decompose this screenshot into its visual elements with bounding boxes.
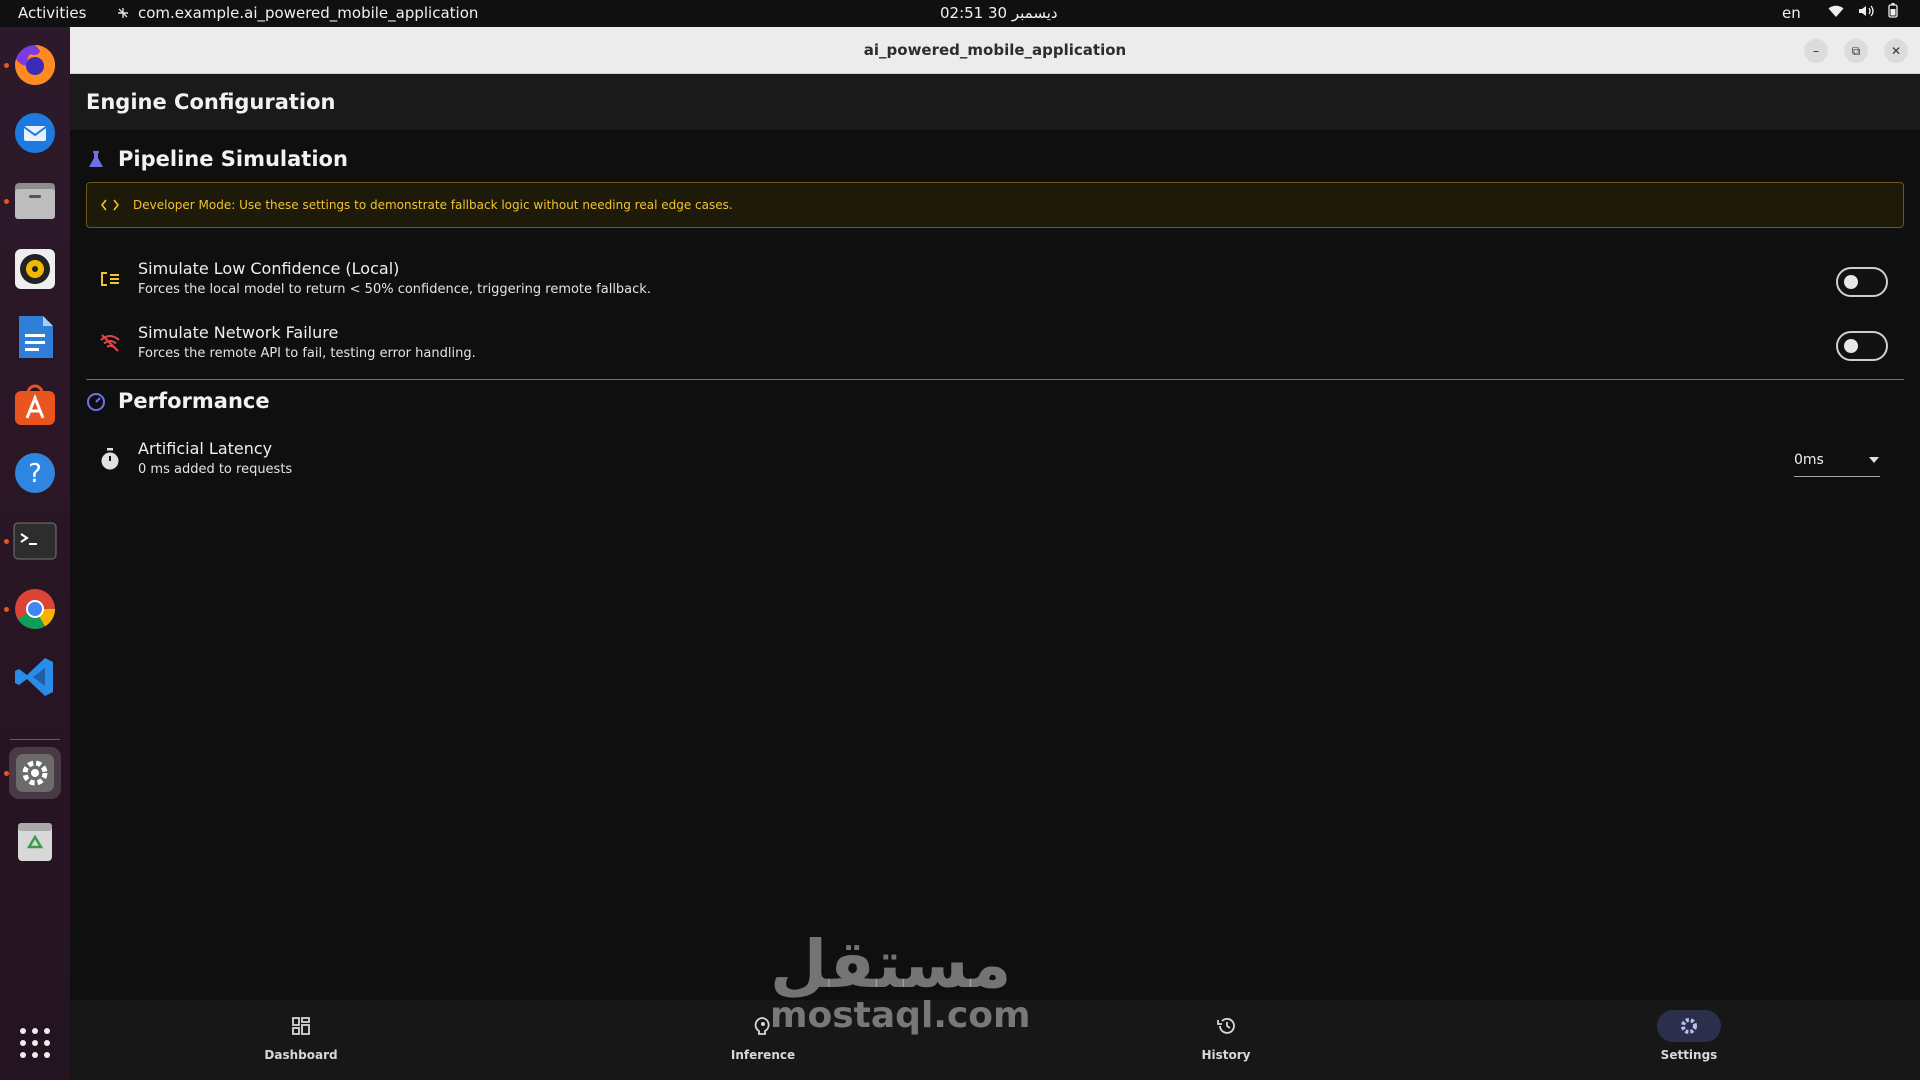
dock-help[interactable]: ? [9, 447, 61, 499]
code-icon [101, 199, 119, 211]
latency-selected-value: 0ms [1794, 451, 1824, 468]
toggle-knob [1844, 339, 1858, 353]
close-button[interactable]: ✕ [1884, 39, 1908, 63]
brain-icon [754, 1017, 770, 1035]
firefox-icon [15, 44, 56, 85]
performance-heading: Performance [118, 389, 270, 413]
section-divider [86, 379, 1904, 380]
dock-files[interactable] [4, 175, 61, 227]
nav-inference-label: Inference [730, 1048, 796, 1062]
dropdown-arrow-icon [1869, 456, 1879, 463]
performance-section-header: Performance [86, 389, 270, 413]
help-icon: ? [15, 453, 55, 493]
latency-row: Artificial Latency 0 ms added to request… [86, 431, 1904, 491]
network-failure-row[interactable]: Simulate Network Failure Forces the remo… [86, 315, 1904, 375]
dock-firefox[interactable] [4, 39, 61, 91]
dock-chrome[interactable] [4, 583, 61, 635]
activities-button[interactable]: Activities [18, 4, 86, 22]
dock-vscode[interactable] [9, 651, 61, 703]
dock-rhythmbox[interactable] [9, 243, 61, 295]
trash-icon [18, 823, 52, 861]
dock-software[interactable] [9, 379, 61, 431]
wifi-icon [1828, 5, 1844, 17]
notice-text: Developer Mode: Use these settings to de… [133, 198, 733, 212]
volume-icon [1859, 5, 1874, 16]
network-failure-subtitle: Forces the remote API to fail, testing e… [138, 346, 476, 361]
minimize-icon: – [1813, 44, 1819, 58]
network-failure-toggle[interactable] [1836, 331, 1888, 361]
system-top-bar: Activities com.example.ai_powered_mobile… [0, 0, 1920, 27]
nav-settings-label: Settings [1660, 1048, 1718, 1062]
low-confidence-toggle[interactable] [1836, 267, 1888, 297]
history-icon [1217, 1018, 1235, 1034]
clock[interactable]: 02:51 30 ديسمبر [940, 4, 1058, 22]
wifi-off-icon [98, 331, 122, 355]
flask-icon [89, 151, 103, 167]
software-store-icon [15, 384, 55, 425]
latency-dropdown[interactable]: 0ms [1794, 443, 1880, 477]
rhythmbox-icon [15, 249, 55, 289]
input-language[interactable]: en [1782, 4, 1801, 22]
close-icon: ✕ [1890, 44, 1902, 58]
pipeline-heading: Pipeline Simulation [118, 147, 348, 171]
window-title: ai_powered_mobile_application [863, 41, 1127, 59]
dock: ? [0, 27, 70, 1080]
nav-dashboard[interactable]: Dashboard [231, 1010, 371, 1070]
pipeline-section-header: Pipeline Simulation [86, 147, 348, 171]
dock-thunderbird[interactable] [9, 107, 61, 159]
dock-settings[interactable] [4, 747, 61, 799]
writer-icon [19, 316, 53, 358]
battery-icon [1888, 3, 1898, 18]
nav-history-label: History [1201, 1048, 1251, 1062]
toggle-knob [1844, 275, 1858, 289]
svg-text:?: ? [28, 459, 42, 489]
low-confidence-title: Simulate Low Confidence (Local) [138, 259, 400, 278]
low-confidence-icon [98, 267, 122, 291]
nav-settings[interactable]: Settings [1619, 1010, 1759, 1070]
settings-icon [1681, 1018, 1697, 1034]
network-failure-title: Simulate Network Failure [138, 323, 339, 342]
dock-trash[interactable] [9, 815, 61, 867]
dock-writer[interactable] [9, 311, 61, 363]
nav-dashboard-label: Dashboard [264, 1048, 338, 1062]
chrome-icon [15, 589, 55, 629]
low-confidence-subtitle: Forces the local model to return < 50% c… [138, 282, 651, 297]
app-window: ai_powered_mobile_application – ⧉ ✕ Engi… [70, 27, 1920, 1080]
settings-gear-icon [16, 754, 54, 792]
nav-history[interactable]: History [1156, 1010, 1296, 1070]
latency-title: Artificial Latency [138, 439, 273, 458]
page-title: Engine Configuration [86, 90, 336, 114]
system-tray[interactable] [1828, 3, 1898, 18]
app-icon [118, 8, 128, 18]
app-bar: Engine Configuration [70, 74, 1920, 130]
restore-icon: ⧉ [1851, 43, 1861, 58]
dock-terminal[interactable] [4, 515, 61, 567]
vscode-icon [15, 658, 53, 696]
timer-icon [98, 447, 122, 471]
developer-mode-notice: Developer Mode: Use these settings to de… [86, 182, 1904, 228]
thunderbird-icon [15, 113, 55, 153]
show-apps-button[interactable] [9, 1017, 61, 1069]
apps-grid-icon [20, 1028, 50, 1058]
low-confidence-row[interactable]: Simulate Low Confidence (Local) Forces t… [86, 251, 1904, 311]
nav-inference[interactable]: Inference [693, 1010, 833, 1070]
minimize-button[interactable]: – [1804, 39, 1828, 63]
bottom-navigation: Dashboard Inference History Settings [70, 1000, 1920, 1080]
speedometer-icon [87, 393, 105, 411]
dashboard-icon [292, 1017, 310, 1035]
maximize-button[interactable]: ⧉ [1844, 39, 1868, 63]
latency-subtitle: 0 ms added to requests [138, 462, 293, 477]
app-menu[interactable]: com.example.ai_powered_mobile_applicatio… [116, 4, 478, 22]
window-titlebar[interactable]: ai_powered_mobile_application – ⧉ ✕ [70, 27, 1920, 74]
dock-separator [10, 739, 60, 740]
files-icon [15, 183, 55, 219]
app-menu-label: com.example.ai_powered_mobile_applicatio… [138, 4, 479, 22]
terminal-icon [13, 522, 57, 560]
